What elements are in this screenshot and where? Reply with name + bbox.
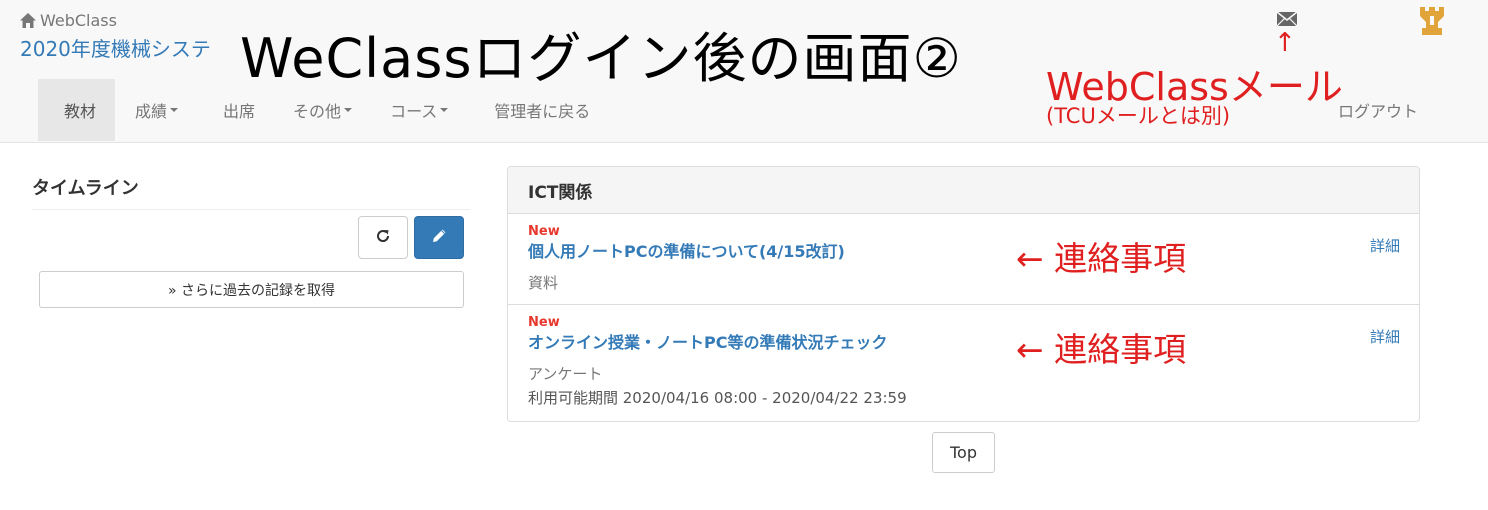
logout-link[interactable]: ログアウト [1338,98,1418,122]
pencil-icon [430,227,448,249]
availability-period: 利用可能期間 2020/04/16 08:00 - 2020/04/22 23:… [528,389,907,407]
timeline-title: タイムライン [32,178,139,199]
refresh-button[interactable] [358,216,408,259]
brand-link[interactable]: WebClass [20,11,117,30]
nav-other-dropdown[interactable]: その他 [275,79,372,141]
back-to-top-button[interactable]: Top [932,432,995,473]
nav-materials-label: 教材 [64,102,97,121]
list-item: New 個人用ノートPCの準備について(4/15改訂) 資料 ← 連絡事項 詳細 [508,214,1419,305]
home-icon [20,13,36,28]
caret-down-icon [344,108,353,112]
nav-course-dropdown[interactable]: コース [372,79,468,141]
nav-course-label: コース [390,102,438,121]
detail-link[interactable]: 詳細 [1370,235,1400,256]
nav-other-label: その他 [293,102,342,121]
panel-heading: ICT関係 [508,167,1419,214]
new-badge: New [528,315,560,330]
nav-attendance-label: 出席 [223,102,256,121]
main-nav: 教材 成績 出席 その他 コース 管理者に戻る [38,79,610,141]
annotation-arrow: ← 連絡事項 [1016,330,1187,369]
nav-grades-dropdown[interactable]: 成績 [115,79,198,141]
nav-materials[interactable]: 教材 [38,79,116,141]
annotation-arrow: ← 連絡事項 [1016,239,1187,278]
brand-label: WebClass [40,11,117,30]
caret-down-icon [170,108,179,112]
detail-link[interactable]: 詳細 [1370,326,1400,347]
load-older-records-button[interactable]: » さらに過去の記録を取得 [39,271,464,308]
post-button[interactable] [414,216,464,259]
mail-annotation-sub: (TCUメールとは別) [1046,104,1231,128]
nav-grades-label: 成績 [135,102,168,121]
list-item: New オンライン授業・ノートPC等の準備状況チェック アンケート 利用可能期間… [508,305,1419,421]
item-type: アンケート [528,365,603,383]
course-title[interactable]: 2020年度機械システ [20,33,226,62]
timeline-divider [32,209,470,210]
university-logo-icon [1419,6,1445,40]
mail-annotation-arrow: ↑ [1274,28,1296,58]
nav-attendance[interactable]: 出席 [198,79,275,141]
top-navbar: WebClass 2020年度機械システ WeClassログイン後の画面② ↑ … [0,0,1488,143]
item-title-link[interactable]: 個人用ノートPCの準備について(4/15改訂) [528,238,845,262]
nav-back-to-admin-label: 管理者に戻る [494,102,591,121]
new-badge: New [528,224,560,239]
item-title-link[interactable]: オンライン授業・ノートPC等の準備状況チェック [528,329,887,353]
refresh-icon [375,228,391,248]
caret-down-icon [440,108,449,112]
ict-panel: ICT関係 New 個人用ノートPCの準備について(4/15改訂) 資料 ← 連… [507,166,1420,422]
nav-back-to-admin[interactable]: 管理者に戻る [468,79,610,141]
item-type: 資料 [528,274,559,292]
